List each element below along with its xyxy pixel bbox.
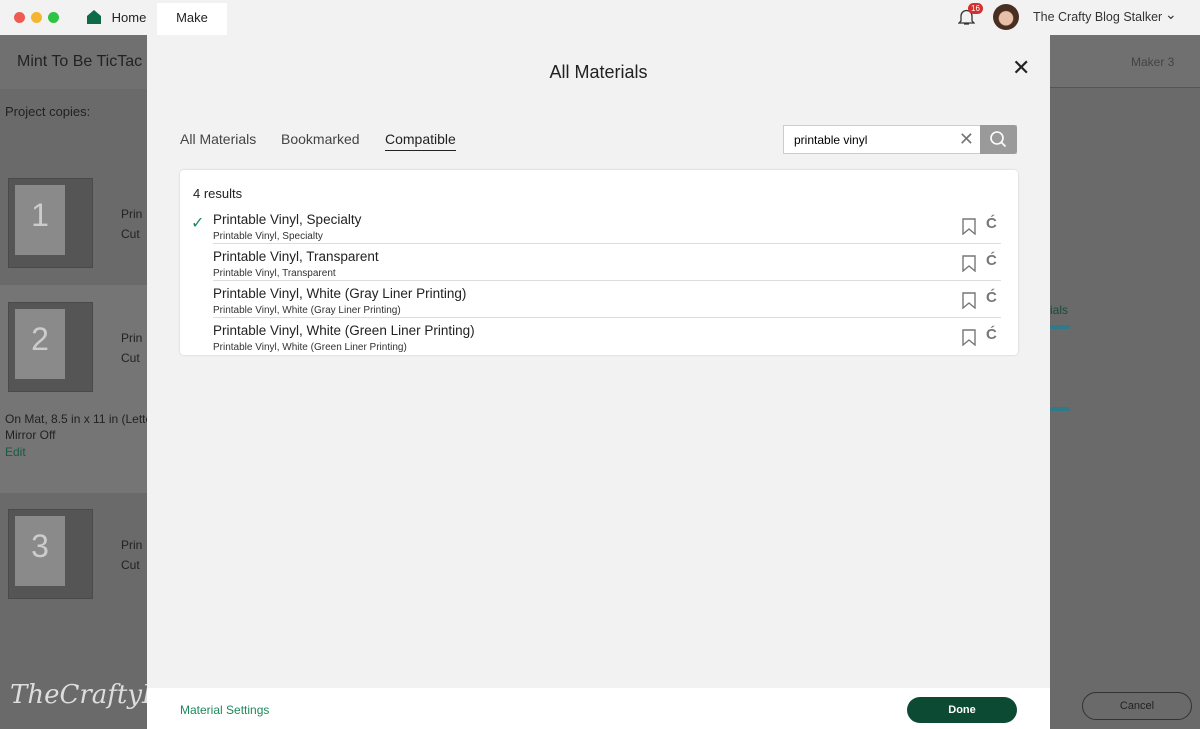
- material-settings-link[interactable]: Material Settings: [180, 703, 269, 717]
- notification-badge: 16: [968, 3, 983, 14]
- project-copies-label: Project copies:: [5, 104, 91, 119]
- material-name: Printable Vinyl, Transparent: [213, 249, 379, 264]
- watermark: TheCraftyB: [10, 680, 162, 710]
- bookmark-icon[interactable]: [962, 329, 976, 346]
- materials-link[interactable]: ials: [1050, 303, 1068, 317]
- tab-make[interactable]: Make: [157, 3, 227, 35]
- cancel-button[interactable]: Cancel: [1082, 692, 1192, 720]
- material-subtitle: Printable Vinyl, White (Gray Liner Print…: [213, 305, 401, 316]
- close-window-button[interactable]: [14, 12, 25, 23]
- mat-label: Prin: [121, 538, 143, 552]
- bookmark-icon[interactable]: [962, 292, 976, 309]
- material-name: Printable Vinyl, White (Green Liner Prin…: [213, 323, 475, 338]
- minimize-window-button[interactable]: [31, 12, 42, 23]
- avatar[interactable]: [993, 4, 1019, 30]
- mirror-status: Mirror Off: [5, 428, 56, 442]
- mat-label: Cut: [121, 351, 140, 365]
- project-panel: Mint To Be TicTac Project copies: 1 Prin…: [0, 35, 161, 729]
- mat-label: Cut: [121, 227, 140, 241]
- mat-label: Cut: [121, 558, 140, 572]
- clear-search-icon[interactable]: ✕: [959, 129, 974, 150]
- modal-title: All Materials: [549, 62, 648, 82]
- cricut-compatible-icon: Ć: [986, 215, 997, 232]
- cricut-compatible-icon: Ć: [986, 252, 997, 269]
- results-list: 4 results ✓ Printable Vinyl, Specialty Pri…: [180, 170, 1018, 355]
- modal-footer: Material Settings Done: [147, 688, 1050, 729]
- mat-info: On Mat, 8.5 in x 11 in (Lette: [5, 412, 153, 426]
- cricut-compatible-icon: Ć: [986, 326, 997, 343]
- tab-home[interactable]: Home: [86, 3, 146, 35]
- material-subtitle: Printable Vinyl, Specialty: [213, 231, 323, 242]
- edit-link[interactable]: Edit: [5, 445, 26, 459]
- maximize-window-button[interactable]: [48, 12, 59, 23]
- notifications-button[interactable]: 16: [957, 3, 983, 31]
- tab-make-label: Make: [176, 10, 208, 25]
- material-subtitle: Printable Vinyl, White (Green Liner Prin…: [213, 342, 407, 353]
- tab-all-materials[interactable]: All Materials: [180, 131, 256, 147]
- mat-label: Prin: [121, 331, 143, 345]
- done-button[interactable]: Done: [907, 697, 1017, 723]
- machine-label[interactable]: Maker 3: [1131, 55, 1174, 69]
- tab-home-label: Home: [111, 10, 147, 25]
- tab-bookmarked[interactable]: Bookmarked: [281, 131, 360, 147]
- material-name: Printable Vinyl, Specialty: [213, 212, 362, 227]
- search-icon: [990, 131, 1007, 148]
- material-subtitle: Printable Vinyl, Transparent: [213, 268, 336, 279]
- search-button[interactable]: [980, 125, 1017, 154]
- list-item[interactable]: Printable Vinyl, Transparent Printable Vi…: [213, 244, 1001, 281]
- list-item[interactable]: Printable Vinyl, White (Gray Liner Print…: [213, 281, 1001, 318]
- mat-1[interactable]: 1: [8, 178, 93, 268]
- material-name: Printable Vinyl, White (Gray Liner Print…: [213, 286, 467, 301]
- cricut-compatible-icon: Ć: [986, 289, 997, 306]
- list-item[interactable]: ✓ Printable Vinyl, Specialty Printable Vin…: [191, 207, 1001, 244]
- right-panel: Maker 3 ials: [1050, 35, 1200, 729]
- mat-3[interactable]: 3: [8, 509, 93, 599]
- bookmark-icon[interactable]: [962, 255, 976, 272]
- top-bar: Home Make 16 The Crafty Blog Stalker ⌄: [0, 0, 1200, 35]
- close-icon[interactable]: ✕: [1012, 55, 1030, 81]
- user-name[interactable]: The Crafty Blog Stalker: [1033, 10, 1162, 24]
- search-input[interactable]: [784, 126, 964, 153]
- home-icon: [87, 10, 101, 24]
- tab-compatible[interactable]: Compatible: [385, 131, 456, 151]
- project-title: Mint To Be TicTac: [17, 53, 143, 70]
- results-count: 4 results: [193, 186, 243, 201]
- list-item[interactable]: Printable Vinyl, White (Green Liner Prin…: [213, 318, 1001, 355]
- chevron-down-icon[interactable]: ⌄: [1165, 6, 1177, 23]
- bookmark-icon[interactable]: [962, 218, 976, 235]
- all-materials-modal: All Materials ✕ All Materials Bookmarked…: [147, 35, 1050, 729]
- check-icon: ✓: [191, 215, 205, 232]
- mat-label: Prin: [121, 207, 143, 221]
- mat-2[interactable]: 2: [8, 302, 93, 392]
